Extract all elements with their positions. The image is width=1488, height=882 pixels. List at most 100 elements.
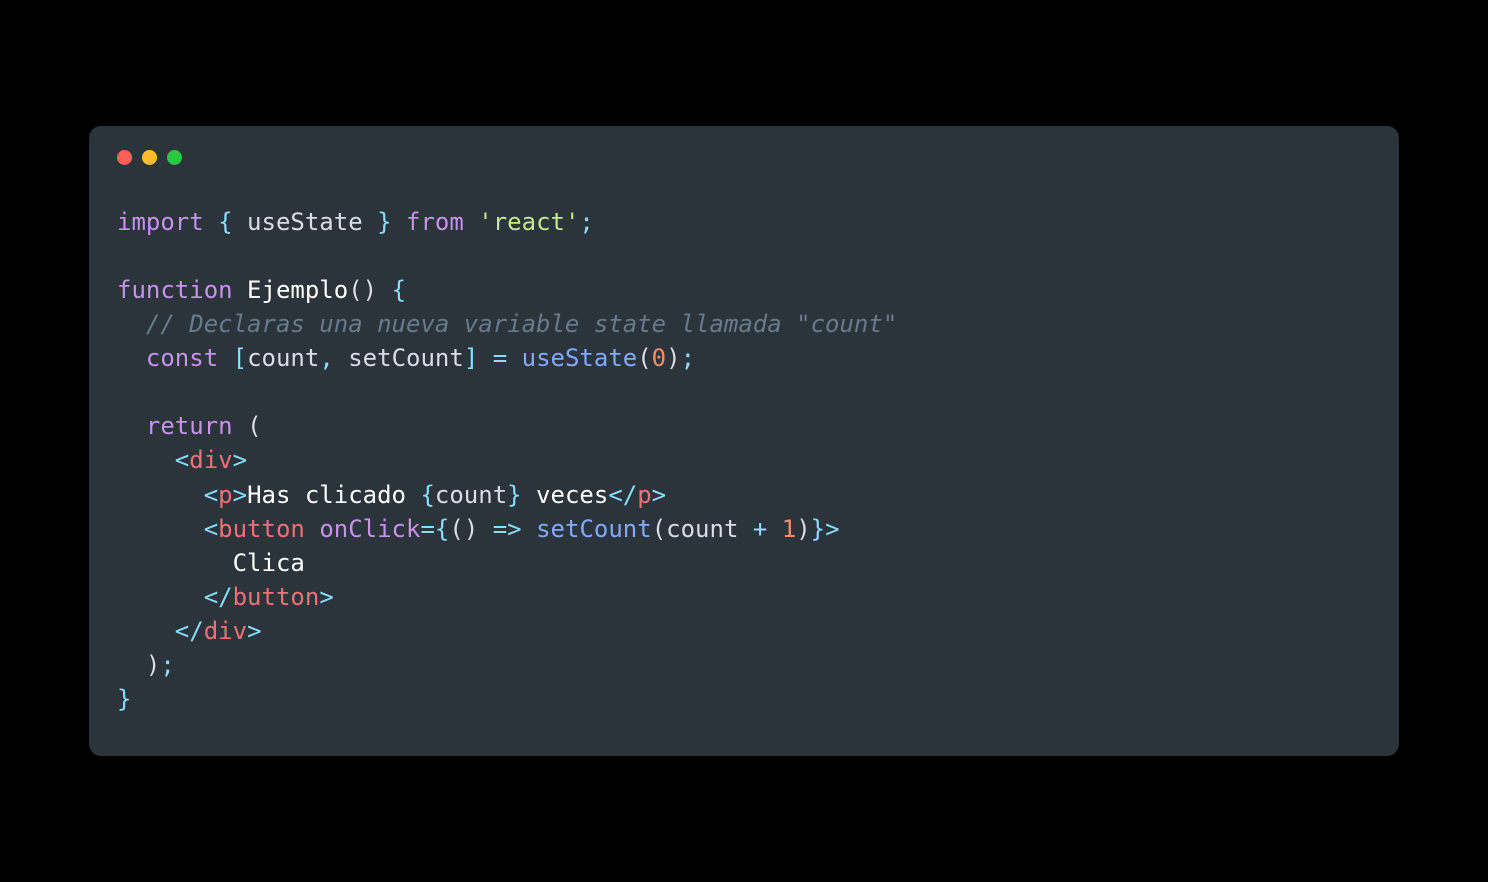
code-token	[478, 344, 492, 372]
maximize-icon[interactable]	[167, 150, 182, 165]
code-token: import	[117, 208, 204, 236]
code-token: ;	[681, 344, 695, 372]
code-token: 1	[782, 515, 796, 543]
code-token: useState	[522, 344, 638, 372]
code-token	[377, 276, 391, 304]
code-token: p	[637, 481, 651, 509]
code-line: <div>	[117, 443, 1371, 477]
code-token: from	[406, 208, 464, 236]
code-token: )	[666, 344, 680, 372]
code-token: ;	[160, 651, 174, 679]
code-token	[392, 208, 406, 236]
code-block: import { useState } from 'react'; functi…	[117, 205, 1371, 716]
code-token: setCount	[536, 515, 652, 543]
code-token: button	[233, 583, 320, 611]
code-token	[233, 412, 247, 440]
code-token	[117, 617, 175, 645]
code-line: Clica	[117, 546, 1371, 580]
code-token: }	[507, 481, 521, 509]
window-traffic-lights	[117, 150, 1371, 165]
code-token: (	[652, 515, 666, 543]
code-token: count	[247, 344, 319, 372]
code-token: count	[666, 515, 753, 543]
code-token: </	[608, 481, 637, 509]
code-token	[464, 208, 478, 236]
code-token: Clica	[117, 549, 305, 577]
code-token: <	[204, 515, 218, 543]
code-token: ()	[348, 276, 377, 304]
code-token: <	[175, 446, 189, 474]
code-token	[767, 515, 781, 543]
code-token: {	[420, 481, 434, 509]
code-token: // Declaras una nueva variable state lla…	[146, 310, 897, 338]
code-token: ,	[319, 344, 333, 372]
code-token: ;	[579, 208, 593, 236]
code-token: veces	[522, 481, 609, 509]
code-line: }	[117, 682, 1371, 716]
code-token: (	[247, 412, 261, 440]
code-token	[117, 515, 204, 543]
code-token: )	[796, 515, 810, 543]
code-token: div	[204, 617, 247, 645]
code-line: </button>	[117, 580, 1371, 614]
code-token: <	[204, 481, 218, 509]
code-token: {	[392, 276, 406, 304]
code-token	[522, 515, 536, 543]
minimize-icon[interactable]	[142, 150, 157, 165]
code-token: function	[117, 276, 233, 304]
code-token: const	[146, 344, 218, 372]
code-line: </div>	[117, 614, 1371, 648]
code-line	[117, 375, 1371, 409]
code-token: )	[146, 651, 160, 679]
code-token: {	[218, 208, 232, 236]
code-token: count	[435, 481, 507, 509]
code-token	[117, 446, 175, 474]
code-line: import { useState } from 'react';	[117, 205, 1371, 239]
code-token: }	[811, 515, 825, 543]
code-line: // Declaras una nueva variable state lla…	[117, 307, 1371, 341]
code-token: >	[319, 583, 333, 611]
code-token: >	[652, 481, 666, 509]
code-token: =	[420, 515, 434, 543]
code-token	[305, 515, 319, 543]
code-token: >	[247, 617, 261, 645]
code-token	[117, 583, 204, 611]
code-token	[117, 651, 146, 679]
code-line: <button onClick={() => setCount(count + …	[117, 512, 1371, 546]
code-token: div	[189, 446, 232, 474]
code-token	[204, 208, 218, 236]
code-token: }	[377, 208, 391, 236]
code-token	[117, 344, 146, 372]
code-line: function Ejemplo() {	[117, 273, 1371, 307]
code-token: =	[493, 344, 507, 372]
code-token: ()	[449, 515, 478, 543]
code-token: return	[146, 412, 233, 440]
code-token: 0	[652, 344, 666, 372]
code-token: </	[204, 583, 233, 611]
code-line	[117, 239, 1371, 273]
code-line: );	[117, 648, 1371, 682]
code-token: [	[233, 344, 247, 372]
code-token: Has clicado	[247, 481, 420, 509]
code-token	[478, 515, 492, 543]
code-token: >	[233, 446, 247, 474]
code-token: +	[753, 515, 767, 543]
code-token: 'react'	[478, 208, 579, 236]
code-token: ]	[464, 344, 478, 372]
code-token: (	[637, 344, 651, 372]
code-token: onClick	[319, 515, 420, 543]
code-token: }	[117, 685, 131, 713]
code-token: =>	[493, 515, 522, 543]
code-token	[117, 310, 146, 338]
code-token: >	[825, 515, 839, 543]
code-line: const [count, setCount] = useState(0);	[117, 341, 1371, 375]
code-token: >	[233, 481, 247, 509]
code-token	[117, 481, 204, 509]
code-token: Ejemplo	[247, 276, 348, 304]
code-token	[507, 344, 521, 372]
code-token	[117, 412, 146, 440]
code-token: {	[435, 515, 449, 543]
close-icon[interactable]	[117, 150, 132, 165]
code-token: button	[218, 515, 305, 543]
code-token: useState	[233, 208, 378, 236]
